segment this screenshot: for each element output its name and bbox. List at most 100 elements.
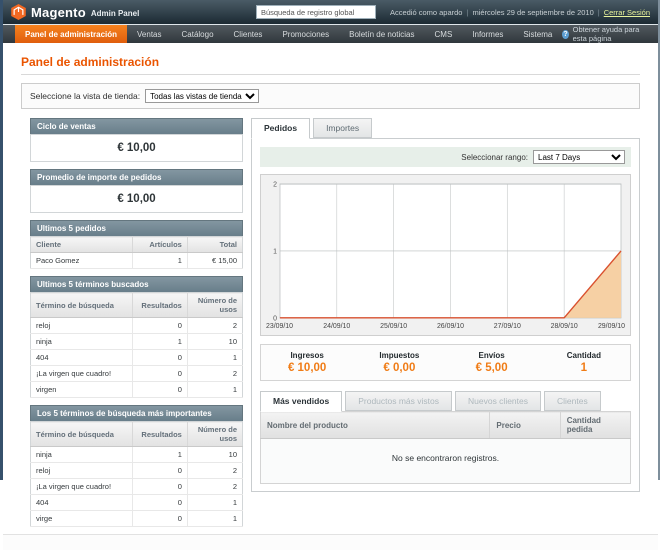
nav-item-promociones[interactable]: Promociones: [272, 25, 339, 43]
tab-importes[interactable]: Importes: [313, 118, 372, 138]
tab-productos-mas-vistos[interactable]: Productos más vistos: [345, 391, 452, 411]
table-cell: 10: [187, 447, 242, 463]
top-search-terms-table: Término de búsqueda Resultados Número de…: [30, 421, 243, 527]
table-row: reloj02: [31, 318, 243, 334]
logout-link[interactable]: Cerrar Sesión: [604, 8, 650, 17]
table-cell: ninja: [31, 447, 133, 463]
column-header[interactable]: Resultados: [132, 293, 187, 318]
column-header[interactable]: Resultados: [132, 422, 187, 447]
total-label: Cantidad: [538, 351, 630, 360]
table-row: ¡La virgen que cuadro!02: [31, 366, 243, 382]
table-row: ninja110: [31, 334, 243, 350]
table-cell: 2: [187, 366, 242, 382]
total-envios: Envíos € 5,00: [446, 351, 538, 374]
store-switcher-label: Seleccione la vista de tienda:: [30, 91, 140, 101]
table-cell: 1: [187, 511, 242, 527]
table-cell: reloj: [31, 318, 133, 334]
table-cell: 0: [132, 382, 187, 398]
nav-item-dashboard[interactable]: Panel de administración: [15, 25, 127, 43]
column-header[interactable]: Total: [187, 237, 242, 253]
sales-cycle-value: € 10,00: [30, 134, 243, 162]
table-cell: ¡La virgen que cuadro!: [31, 479, 133, 495]
tab-mas-vendidos[interactable]: Más vendidos: [260, 391, 342, 412]
avg-order-value: € 10,00: [30, 185, 243, 213]
page-title: Panel de administración: [21, 55, 640, 69]
last-search-terms-widget: Ultimos 5 términos buscados Término de b…: [30, 276, 243, 398]
nav-item-ventas[interactable]: Ventas: [127, 25, 171, 43]
nav-item-catalogo[interactable]: Catálogo: [172, 25, 224, 43]
table-cell: 0: [132, 463, 187, 479]
column-header[interactable]: Cliente: [31, 237, 133, 253]
table-cell: 1: [187, 495, 242, 511]
table-cell: 2: [187, 479, 242, 495]
orders-panel: Seleccionar rango: Last 7 Days 01223/09/…: [251, 138, 640, 492]
table-cell: 404: [31, 495, 133, 511]
table-cell: 1: [132, 334, 187, 350]
help-globe-icon: ?: [562, 30, 568, 39]
table-header-row: Cliente Artículos Total: [31, 237, 243, 253]
svg-text:1: 1: [273, 248, 277, 255]
range-label: Seleccionar rango:: [461, 153, 528, 162]
global-search-input[interactable]: [256, 5, 376, 19]
top-header: Magento Admin Panel Accedió como apardo …: [3, 0, 658, 24]
table-cell: 0: [132, 495, 187, 511]
total-label: Ingresos: [261, 351, 353, 360]
table-row: virge01: [31, 511, 243, 527]
dashboard-right-column: Pedidos Importes Seleccionar rango: Last…: [251, 118, 640, 534]
orders-chart: 01223/09/1024/09/1025/09/1026/09/1027/09…: [260, 174, 631, 336]
dashboard-grid: Ciclo de ventas € 10,00 Promedio de impo…: [21, 118, 640, 534]
total-value: 1: [538, 362, 630, 374]
table-cell: reloj: [31, 463, 133, 479]
magento-logo-icon: [11, 4, 26, 20]
table-cell: 1: [132, 253, 187, 269]
table-cell: 0: [132, 318, 187, 334]
table-header-row: Término de búsqueda Resultados Número de…: [31, 422, 243, 447]
svg-text:27/09/10: 27/09/10: [494, 323, 521, 330]
separator: |: [598, 8, 600, 17]
logged-in-as: Accedió como apardo: [390, 8, 463, 17]
table-row: ¡La virgen que cuadro!02: [31, 479, 243, 495]
column-header[interactable]: Término de búsqueda: [31, 293, 133, 318]
store-switcher-select[interactable]: Todas las vistas de tienda: [145, 89, 259, 103]
avg-order-widget: Promedio de importe de pedidos € 10,00: [30, 169, 243, 213]
table-cell: Paco Gomez: [31, 253, 133, 269]
magento-logo: Magento Admin Panel: [11, 4, 139, 20]
total-label: Impuestos: [353, 351, 445, 360]
logo-text: Magento: [31, 5, 86, 20]
tab-clientes[interactable]: Clientes: [544, 391, 601, 411]
nav-item-sistema[interactable]: Sistema: [513, 25, 562, 43]
column-header[interactable]: Término de búsqueda: [31, 422, 133, 447]
tab-pedidos[interactable]: Pedidos: [251, 118, 310, 139]
table-cell: 1: [187, 350, 242, 366]
nav-item-clientes[interactable]: Clientes: [224, 25, 273, 43]
column-header[interactable]: Nombre del producto: [261, 412, 490, 439]
svg-text:23/09/10: 23/09/10: [266, 323, 293, 330]
main-nav: Panel de administración Ventas Catálogo …: [3, 24, 658, 43]
table-cell: 0: [132, 479, 187, 495]
page-footer: [3, 534, 658, 550]
nav-item-informes[interactable]: Informes: [462, 25, 513, 43]
table-header-row: Término de búsqueda Resultados Número de…: [31, 293, 243, 318]
column-header[interactable]: Artículos: [132, 237, 187, 253]
column-header[interactable]: Precio: [490, 412, 560, 439]
total-value: € 10,00: [261, 362, 353, 374]
column-header[interactable]: Cantidad pedida: [560, 412, 630, 439]
help-link[interactable]: ? Obtener ayuda para esta página: [562, 25, 658, 43]
table-cell: 0: [132, 511, 187, 527]
nav-item-cms[interactable]: CMS: [425, 25, 463, 43]
totals-bar: Ingresos € 10,00 Impuestos € 0,00 Envíos…: [260, 344, 631, 381]
tab-nuevos-clientes[interactable]: Nuevos clientes: [455, 391, 541, 411]
table-cell: € 15,00: [187, 253, 242, 269]
table-row: reloj02: [31, 463, 243, 479]
empty-row: No se encontraron registros.: [261, 439, 631, 484]
grid-tabs: Más vendidos Productos más vistos Nuevos…: [260, 391, 631, 411]
logo-subtext: Admin Panel: [91, 9, 139, 18]
column-header[interactable]: Número de usos: [187, 422, 242, 447]
range-select[interactable]: Last 7 Days: [533, 150, 625, 164]
column-header[interactable]: Número de usos: [187, 293, 242, 318]
nav-item-boletin[interactable]: Boletín de noticias: [339, 25, 424, 43]
dashboard-left-column: Ciclo de ventas € 10,00 Promedio de impo…: [30, 118, 243, 534]
total-label: Envíos: [446, 351, 538, 360]
top-search-terms-widget: Los 5 términos de búsqueda más important…: [30, 405, 243, 527]
table-cell: 2: [187, 463, 242, 479]
